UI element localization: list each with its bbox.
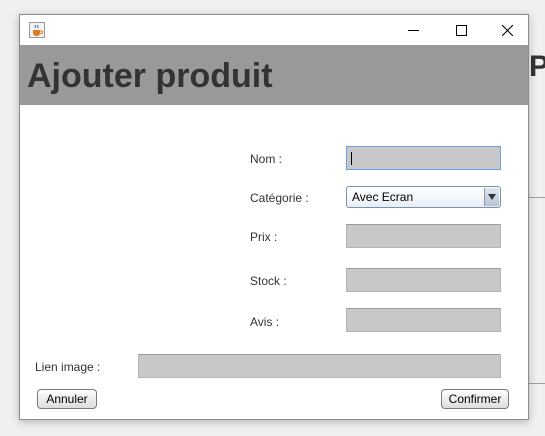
cancel-button[interactable]: Annuler	[37, 389, 97, 409]
header-banner: Ajouter produit	[20, 45, 528, 105]
maximize-icon	[455, 24, 467, 36]
lien-image-label: Lien image :	[35, 360, 101, 374]
lien-image-field[interactable]	[138, 354, 501, 378]
avis-label: Avis :	[250, 315, 280, 329]
close-icon	[501, 24, 513, 36]
avis-field[interactable]	[346, 308, 501, 332]
background-divider	[529, 383, 545, 384]
nom-label: Nom :	[250, 152, 283, 166]
categorie-select[interactable]: Avec Ecran	[346, 186, 501, 208]
confirm-button[interactable]: Confirmer	[441, 389, 509, 409]
close-button[interactable]	[484, 15, 530, 45]
maximize-button[interactable]	[438, 15, 484, 45]
stock-field[interactable]	[346, 268, 501, 292]
form-panel: Nom : Catégorie : Avec Ecran Prix : Stoc…	[20, 105, 528, 419]
page-title: Ajouter produit	[27, 57, 273, 95]
categorie-label: Catégorie :	[250, 191, 309, 205]
text-caret	[351, 152, 352, 165]
minimize-button[interactable]	[390, 15, 436, 45]
title-bar[interactable]	[20, 15, 528, 45]
prix-label: Prix :	[250, 230, 278, 244]
nom-field[interactable]	[346, 146, 501, 170]
stock-label: Stock :	[250, 274, 287, 288]
add-product-dialog: Ajouter produit Nom : Catégorie : Avec E…	[19, 14, 529, 420]
chevron-down-icon	[488, 194, 496, 200]
java-cup-icon	[29, 22, 45, 38]
categorie-selected-value: Avec Ecran	[352, 190, 414, 204]
background-heading-fragment: P	[529, 50, 545, 83]
dropdown-button[interactable]	[484, 188, 499, 206]
minimize-icon	[407, 29, 419, 31]
background-divider	[529, 197, 545, 198]
prix-field[interactable]	[346, 224, 501, 248]
